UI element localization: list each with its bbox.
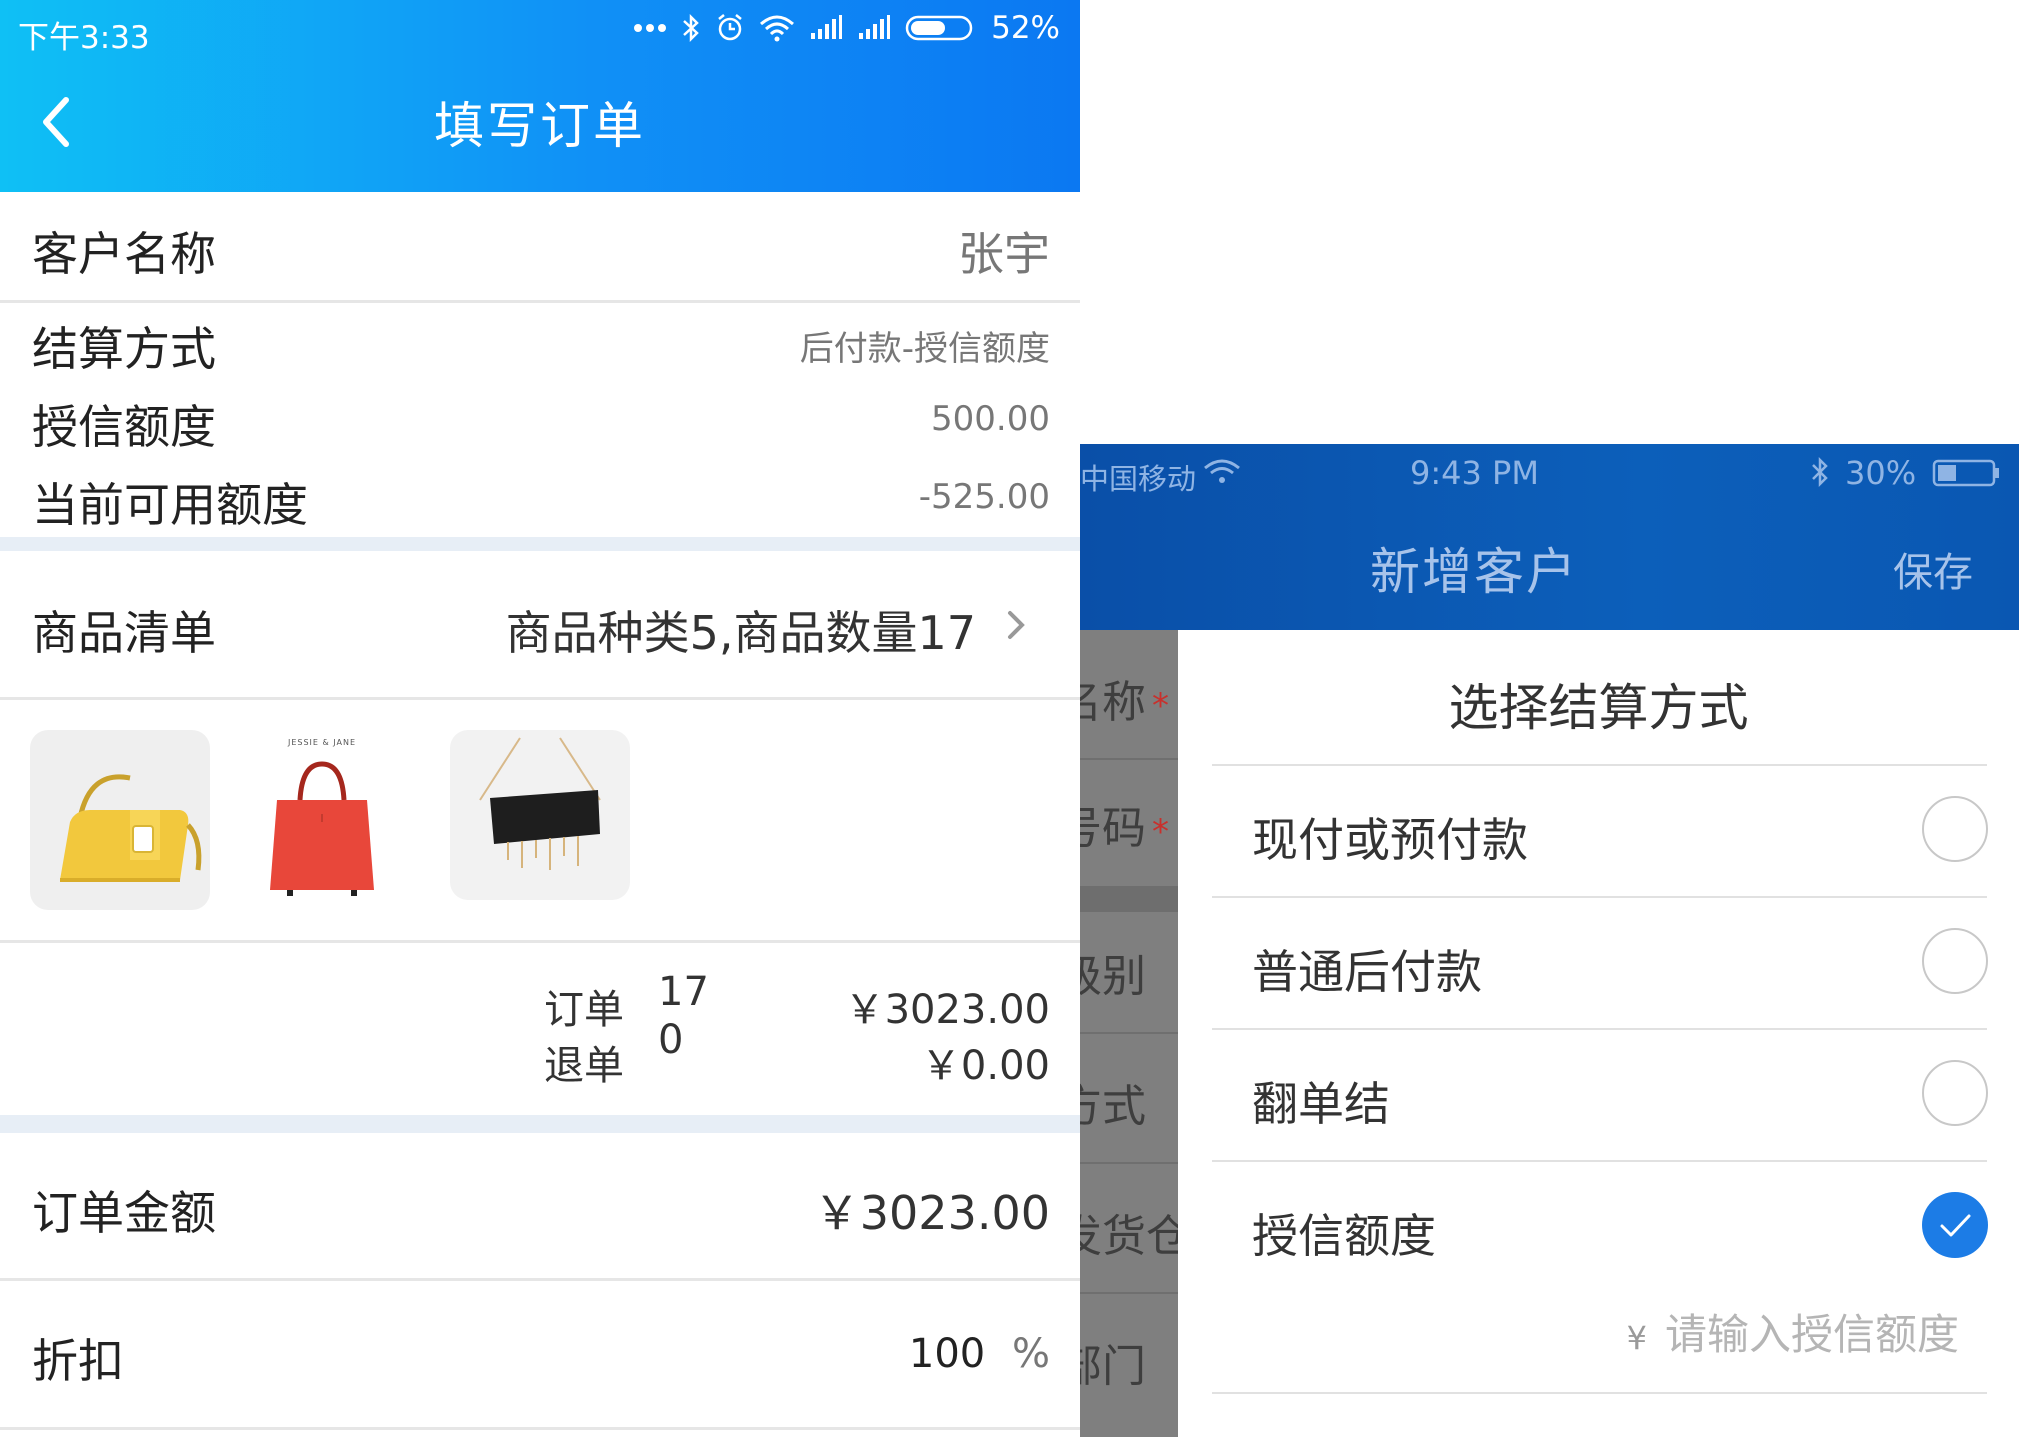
divider <box>1080 758 1178 760</box>
radio-unchecked-icon[interactable] <box>1922 928 1988 994</box>
signal-icon-2 <box>857 15 891 41</box>
status-time: 9:43 PM <box>1410 454 1539 492</box>
goods-summary: 商品种类5,商品数量17 <box>505 606 976 660</box>
customer-value: 张宇 <box>958 227 1050 281</box>
settlement-value: 后付款-授信额度 <box>799 329 1050 369</box>
radio-unchecked-icon[interactable] <box>1922 1060 1988 1126</box>
settlement-info: 结算方式 后付款-授信额度 授信额度 500.00 当前可用额度 -525.00 <box>0 303 1080 537</box>
goods-label: 商品清单 <box>32 606 216 660</box>
order-amount-value: ￥3023.00 <box>813 1186 1050 1240</box>
order-screen: 下午3:33 52% 填写订单 客户名称 张宇 结算方式 后付款-授信额度 授信… <box>0 0 1080 1437</box>
status-carrier: 中国移动 <box>1080 462 1197 496</box>
customer-row[interactable]: 客户名称 张宇 <box>0 192 1080 300</box>
background-form: 名称* 号码* 级别 方式 发货仓 部门 <box>1080 630 1190 1437</box>
signal-icon <box>809 15 843 41</box>
available-credit-value: -525.00 <box>918 477 1050 517</box>
option-credit-limit[interactable]: 授信额度 <box>1212 1162 1988 1292</box>
return-qty: 0 <box>658 1017 684 1063</box>
option-label: 授信额度 <box>1252 1209 1436 1263</box>
settlement-picker: 选择结算方式 现付或预付款 普通后付款 翻单结 授信额度 ¥ 请输入授信额度 <box>1178 630 2019 1437</box>
option-label: 普通后付款 <box>1252 945 1482 999</box>
return-label: 退单 <box>544 1043 624 1089</box>
divider <box>0 1427 1080 1430</box>
discount-row: 折扣 100 % <box>0 1281 1080 1427</box>
page-title: 新增客户 <box>1370 543 1578 601</box>
field-level-label: 级别 <box>1080 951 1146 1002</box>
field-warehouse-label: 发货仓 <box>1080 1211 1190 1262</box>
battery-percent: 30% <box>1845 454 1917 492</box>
credit-limit-value: 500.00 <box>931 399 1050 439</box>
required-star: * <box>1152 686 1169 726</box>
settlement-label: 结算方式 <box>32 322 216 376</box>
goods-list-row[interactable]: 商品清单 商品种类5,商品数量17 <box>0 551 1080 697</box>
currency-symbol: ¥ <box>1626 1319 1647 1357</box>
customer-label: 客户名称 <box>32 227 216 281</box>
option-postpay[interactable]: 普通后付款 <box>1212 898 1988 1028</box>
status-time: 下午3:33 <box>18 20 150 56</box>
credit-limit-input[interactable]: ¥ 请输入授信额度 <box>1627 1301 1959 1362</box>
order-totals: 订单 17 ￥3023.00 退单 0 ￥0.00 <box>0 943 1080 1115</box>
option-prepay[interactable]: 现付或预付款 <box>1212 766 1988 896</box>
credit-placeholder: 请输入授信额度 <box>1664 1310 1959 1359</box>
divider <box>1212 1392 1987 1394</box>
return-amount: ￥0.00 <box>920 1043 1050 1089</box>
black-chain-bag-image <box>479 737 601 870</box>
wifi-icon <box>1202 456 1242 490</box>
wifi-icon <box>759 14 795 42</box>
discount-input[interactable]: 100 <box>909 1331 985 1377</box>
alarm-icon <box>715 13 745 43</box>
order-amount-row: 订单金额 ￥3023.00 <box>0 1133 1080 1278</box>
sheet-title: 选择结算方式 <box>1448 679 1749 737</box>
discount-label: 折扣 <box>32 1334 124 1388</box>
discount-value-group: 100 % <box>909 1331 1050 1377</box>
product-thumbnails: JESSIE & JANE <box>0 700 1080 940</box>
section-gap <box>1080 886 1178 912</box>
option-reorder-settle[interactable]: 翻单结 <box>1212 1030 1988 1160</box>
field-department-label: 部门 <box>1080 1341 1146 1392</box>
checkmark-icon <box>1940 1214 1971 1237</box>
yellow-handbag-image <box>60 774 202 882</box>
order-amount: ￥3023.00 <box>844 987 1050 1033</box>
bluetooth-icon <box>1810 456 1830 492</box>
product-thumb-yellow-bag[interactable] <box>30 730 210 910</box>
field-method-label: 方式 <box>1080 1081 1146 1132</box>
divider <box>1080 1292 1178 1294</box>
bluetooth-icon <box>681 13 701 43</box>
section-gap <box>0 1115 1080 1133</box>
more-icon <box>633 23 667 33</box>
add-customer-screen: 中国移动 9:43 PM 30% 新增客户 保存 名称* 号码* 级别 方式 发… <box>1080 444 2019 1437</box>
section-gap <box>0 537 1080 551</box>
field-name-label: 名称* <box>1080 677 1169 728</box>
app-header: 中国移动 9:43 PM 30% 新增客户 保存 <box>1080 444 2019 630</box>
required-star: * <box>1152 812 1169 852</box>
product-brand: JESSIE & JANE <box>287 738 357 747</box>
discount-unit: % <box>1011 1331 1050 1377</box>
red-tote-image <box>270 761 374 896</box>
battery-icon <box>1932 458 2002 492</box>
order-label: 订单 <box>544 987 624 1033</box>
order-qty: 17 <box>658 969 709 1015</box>
divider <box>1080 1162 1178 1164</box>
status-icons: 52% <box>633 10 1060 46</box>
app-header: 下午3:33 52% 填写订单 <box>0 0 1080 192</box>
option-label: 翻单结 <box>1252 1077 1390 1131</box>
order-amount-label: 订单金额 <box>32 1186 216 1240</box>
available-credit-label: 当前可用额度 <box>32 478 308 532</box>
divider <box>1080 1032 1178 1034</box>
save-button[interactable]: 保存 <box>1893 540 1973 598</box>
page-title: 填写订单 <box>434 97 646 155</box>
credit-limit-label: 授信额度 <box>32 400 216 454</box>
radio-checked-icon[interactable] <box>1922 1192 1988 1258</box>
battery-icon <box>905 14 977 42</box>
chevron-right-icon <box>1004 607 1028 647</box>
option-label: 现付或预付款 <box>1252 813 1528 867</box>
field-phone-label: 号码* <box>1080 803 1169 854</box>
battery-percent: 52% <box>991 10 1060 46</box>
product-thumb-black-bag[interactable] <box>450 730 630 900</box>
radio-unchecked-icon[interactable] <box>1922 796 1988 862</box>
product-thumb-red-bag[interactable]: JESSIE & JANE <box>232 730 412 910</box>
